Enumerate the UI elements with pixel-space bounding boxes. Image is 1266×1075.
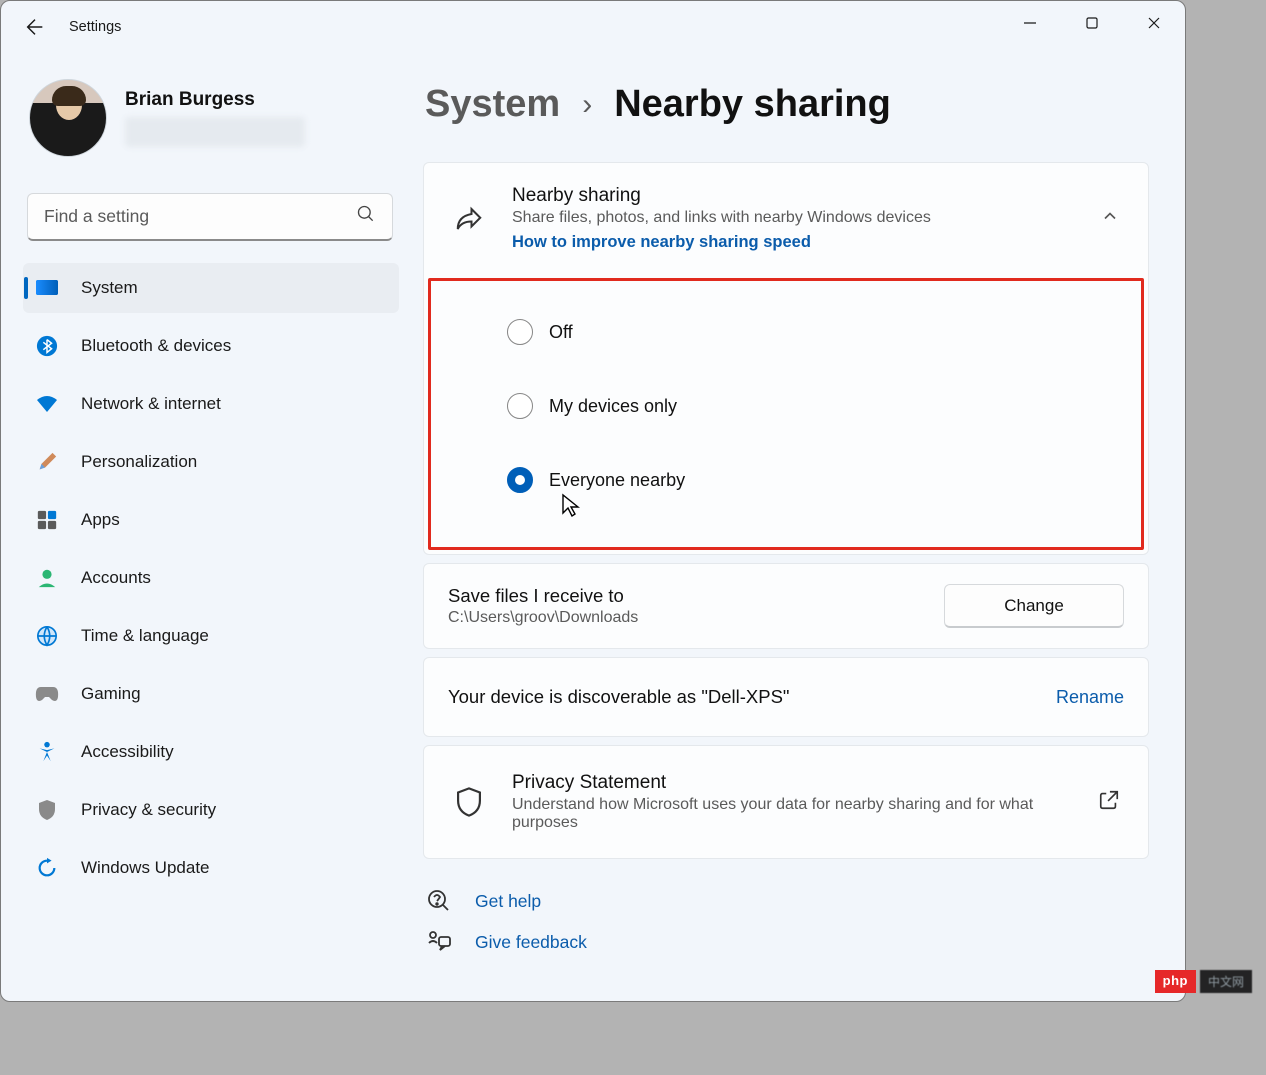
titlebar: Settings — [1, 1, 1185, 53]
sidebar-item-label: Privacy & security — [81, 800, 216, 820]
breadcrumb: System › Nearby sharing — [425, 83, 1149, 126]
badge-left: php — [1155, 970, 1196, 993]
radio-option-my-devices[interactable]: My devices only — [431, 369, 1141, 443]
panel-title: Nearby sharing — [512, 185, 1074, 207]
maximize-icon — [1085, 16, 1099, 30]
user-name: Brian Burgess — [125, 89, 305, 111]
search-icon — [356, 204, 376, 229]
help-icon — [425, 889, 453, 913]
sharing-options-highlight: Off My devices only Everyone nearby — [428, 278, 1144, 550]
wifi-icon — [35, 392, 59, 416]
badge-right: 中文网 — [1200, 970, 1252, 993]
gamepad-icon — [35, 682, 59, 706]
radio-label: Off — [549, 322, 573, 343]
sidebar-item-label: Network & internet — [81, 394, 221, 414]
sidebar-item-label: Bluetooth & devices — [81, 336, 231, 356]
shield-icon — [35, 798, 59, 822]
sidebar-item-label: Gaming — [81, 684, 141, 704]
nearby-sharing-panel: Nearby sharing Share files, photos, and … — [423, 162, 1149, 555]
feedback-icon — [425, 931, 453, 953]
rename-link[interactable]: Rename — [1056, 687, 1124, 708]
help-label: Get help — [475, 891, 541, 912]
sidebar-item-label: System — [81, 278, 138, 298]
update-icon — [35, 856, 59, 880]
search-box[interactable] — [27, 193, 393, 241]
breadcrumb-parent[interactable]: System — [425, 83, 560, 126]
settings-window: Settings Brian Burgess — [0, 0, 1186, 1002]
sidebar-item-accounts[interactable]: Accounts — [23, 553, 399, 603]
sidebar-item-windows-update[interactable]: Windows Update — [23, 843, 399, 893]
close-button[interactable] — [1123, 1, 1185, 45]
feedback-label: Give feedback — [475, 932, 587, 953]
radio-label: My devices only — [549, 396, 677, 417]
sidebar: Brian Burgess System — [1, 53, 411, 1001]
main-content: System › Nearby sharing Nearby sharing S… — [411, 53, 1185, 1001]
sidebar-item-label: Personalization — [81, 452, 197, 472]
person-icon — [35, 566, 59, 590]
radio-option-everyone[interactable]: Everyone nearby — [431, 443, 1141, 517]
save-location-path: C:\Users\groov\Downloads — [448, 609, 924, 627]
discoverable-panel: Your device is discoverable as "Dell-XPS… — [423, 657, 1149, 737]
sidebar-item-label: Apps — [81, 510, 120, 530]
privacy-subtitle: Understand how Microsoft uses your data … — [512, 796, 1072, 832]
user-email-blurred — [125, 117, 305, 147]
save-location-panel: Save files I receive to C:\Users\groov\D… — [423, 563, 1149, 649]
minimize-button[interactable] — [999, 1, 1061, 45]
sidebar-item-apps[interactable]: Apps — [23, 495, 399, 545]
chevron-right-icon: › — [582, 88, 592, 122]
sidebar-item-time-language[interactable]: Time & language — [23, 611, 399, 661]
help-links: Get help Give feedback — [423, 889, 1149, 965]
sidebar-item-label: Accounts — [81, 568, 151, 588]
apps-icon — [35, 508, 59, 532]
privacy-title: Privacy Statement — [512, 772, 1072, 794]
sidebar-item-accessibility[interactable]: Accessibility — [23, 727, 399, 777]
sidebar-item-label: Windows Update — [81, 858, 210, 878]
sidebar-item-gaming[interactable]: Gaming — [23, 669, 399, 719]
give-feedback-link[interactable]: Give feedback — [425, 931, 1149, 953]
sidebar-item-personalization[interactable]: Personalization — [23, 437, 399, 487]
brush-icon — [35, 450, 59, 474]
radio-option-off[interactable]: Off — [431, 295, 1141, 369]
get-help-link[interactable]: Get help — [425, 889, 1149, 913]
minimize-icon — [1023, 16, 1037, 30]
breadcrumb-current: Nearby sharing — [614, 83, 891, 126]
system-icon — [35, 276, 59, 300]
save-location-title: Save files I receive to — [448, 585, 924, 607]
sidebar-item-network[interactable]: Network & internet — [23, 379, 399, 429]
close-icon — [1147, 16, 1161, 30]
improve-speed-link[interactable]: How to improve nearby sharing speed — [512, 233, 1074, 252]
avatar — [29, 79, 107, 157]
window-controls — [999, 1, 1185, 53]
shield-outline-icon — [452, 787, 486, 817]
accessibility-icon — [35, 740, 59, 764]
search-input[interactable] — [44, 206, 356, 227]
change-button[interactable]: Change — [944, 584, 1124, 628]
chevron-up-icon — [1100, 206, 1120, 231]
discoverable-text: Your device is discoverable as "Dell-XPS… — [448, 686, 1036, 708]
back-button[interactable] — [21, 13, 49, 41]
sidebar-item-bluetooth[interactable]: Bluetooth & devices — [23, 321, 399, 371]
arrow-left-icon — [24, 16, 46, 38]
sidebar-item-privacy[interactable]: Privacy & security — [23, 785, 399, 835]
share-icon — [452, 204, 486, 234]
radio-icon — [507, 467, 533, 493]
titlebar-left: Settings — [21, 13, 121, 41]
watermark-badge: php 中文网 — [1155, 970, 1252, 993]
nav: System Bluetooth & devices Network & int… — [23, 263, 399, 897]
sidebar-item-label: Accessibility — [81, 742, 174, 762]
radio-icon — [507, 393, 533, 419]
radio-label: Everyone nearby — [549, 470, 685, 491]
external-link-icon — [1098, 789, 1120, 816]
panel-subtitle: Share files, photos, and links with near… — [512, 209, 1074, 227]
user-block[interactable]: Brian Burgess — [21, 69, 399, 177]
nearby-sharing-header[interactable]: Nearby sharing Share files, photos, and … — [424, 163, 1148, 274]
app-title: Settings — [69, 19, 121, 35]
privacy-statement-panel[interactable]: Privacy Statement Understand how Microso… — [423, 745, 1149, 859]
globe-icon — [35, 624, 59, 648]
sidebar-item-label: Time & language — [81, 626, 209, 646]
bluetooth-icon — [35, 334, 59, 358]
maximize-button[interactable] — [1061, 1, 1123, 45]
sidebar-item-system[interactable]: System — [23, 263, 399, 313]
radio-icon — [507, 319, 533, 345]
